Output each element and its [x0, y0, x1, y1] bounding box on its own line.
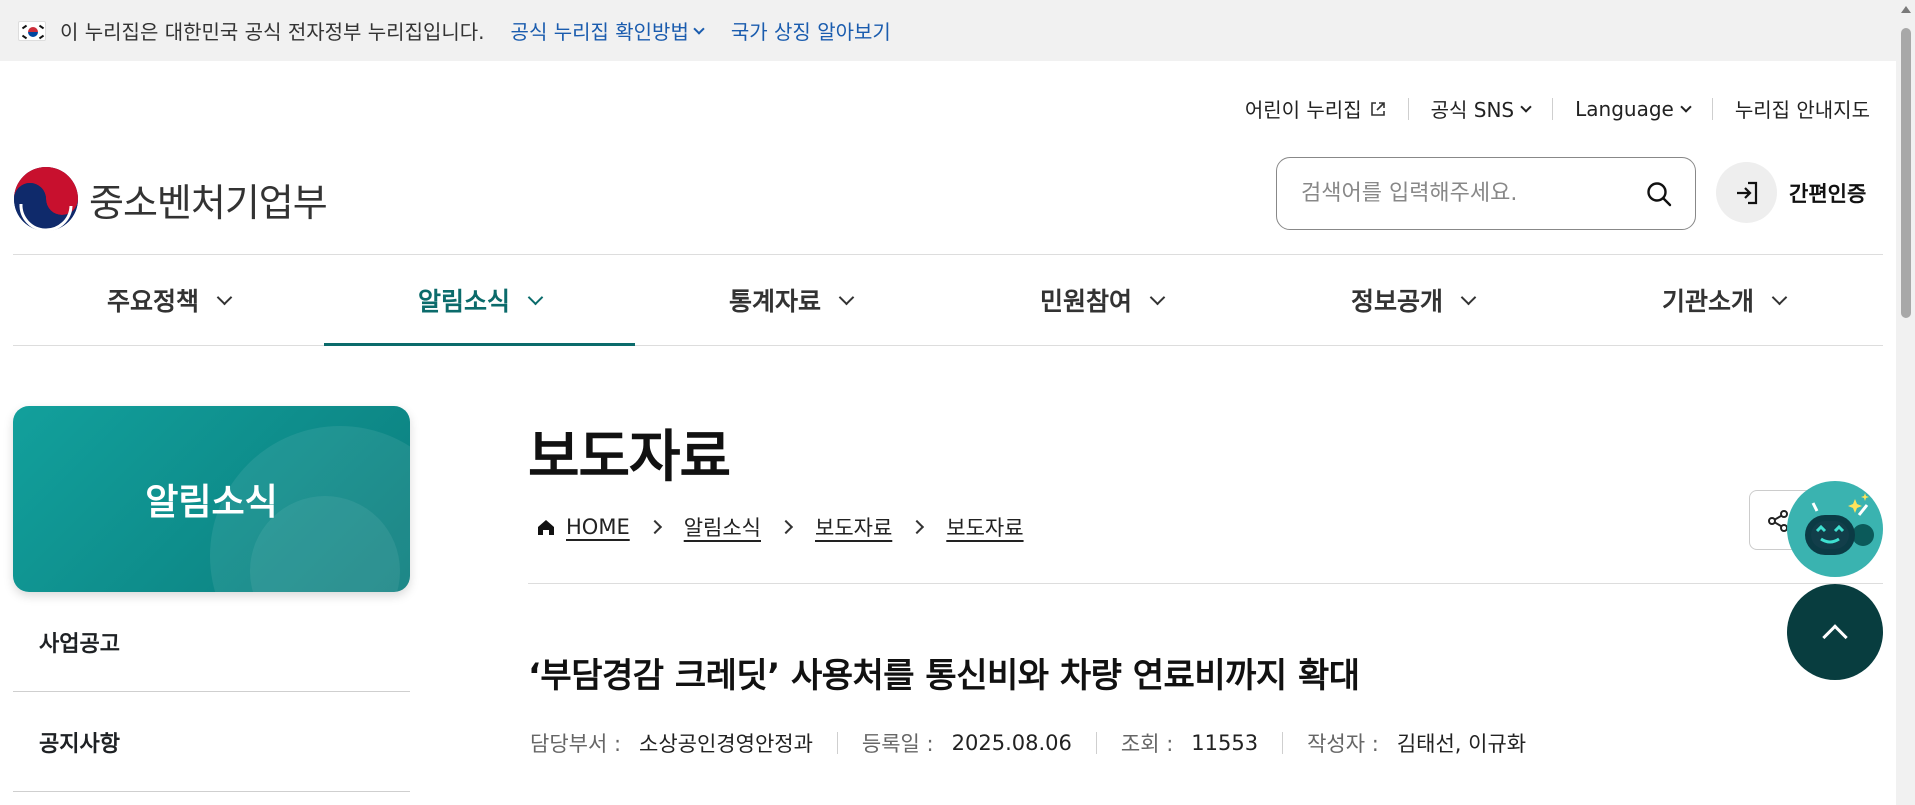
meta-date-value: 2025.08.06: [951, 731, 1072, 755]
meta-separator: [836, 732, 838, 754]
national-symbol-link[interactable]: 국가 상징 알아보기: [731, 16, 891, 45]
tab-label: 통계자료: [728, 287, 821, 316]
home-icon: [538, 520, 554, 535]
tab-label: 주요정책: [106, 287, 199, 316]
title-divider: [528, 583, 1883, 584]
sidebar-item-business-notice[interactable]: 사업공고: [13, 592, 410, 692]
chevron-down-icon: [1460, 289, 1477, 305]
chevron-down-icon: [216, 289, 233, 305]
tab-news[interactable]: 알림소식: [324, 255, 635, 346]
sidebar-hero: 알림소식: [13, 406, 410, 592]
korea-flag-icon: [18, 20, 46, 41]
tab-civil-participation[interactable]: 민원참여: [946, 255, 1257, 345]
official-sns-dropdown[interactable]: 공식 SNS: [1409, 94, 1553, 123]
meta-dept-key: 담당부서 :: [530, 732, 622, 756]
chevron-up-icon: [1822, 624, 1848, 650]
chevron-right-icon: [778, 519, 794, 535]
tab-policy[interactable]: 주요정책: [13, 255, 324, 345]
sns-label: 공식 SNS: [1430, 98, 1515, 122]
tab-information-disclosure[interactable]: 정보공개: [1257, 255, 1568, 345]
tab-about[interactable]: 기관소개: [1568, 255, 1879, 345]
meta-author-value: 김태선, 이규화: [1396, 732, 1527, 756]
language-label: Language: [1575, 96, 1674, 121]
chevron-down-icon: [527, 289, 544, 305]
chevron-down-icon: [1771, 289, 1788, 305]
page-title: 보도자료: [528, 425, 731, 490]
article-meta: 담당부서 : 소상공인경영안정과 등록일 : 2025.08.06 조회 : 1…: [530, 728, 1526, 758]
utility-nav: 어린이 누리집 공식 SNS Language 누리집 안내지도: [1223, 94, 1870, 123]
sidebar-title: 알림소식: [145, 482, 278, 523]
language-dropdown[interactable]: Language: [1553, 97, 1712, 121]
meta-separator: [1282, 732, 1284, 754]
login-label: 간편인증: [1789, 181, 1867, 206]
chevron-down-icon: [1520, 100, 1532, 113]
meta-views-key: 조회 :: [1120, 732, 1174, 756]
logo-text: 중소벤처기업부: [89, 180, 328, 225]
kids-site-link[interactable]: 어린이 누리집: [1223, 94, 1408, 123]
tab-label: 알림소식: [417, 287, 510, 316]
chevron-right-icon: [647, 519, 662, 535]
tab-statistics[interactable]: 통계자료: [635, 255, 946, 345]
site-logo[interactable]: 중소벤처기업부: [13, 166, 328, 232]
gov-banner-text: 이 누리집은 대한민국 공식 전자정부 누리집입니다.: [60, 20, 485, 44]
meta-separator: [1095, 732, 1097, 754]
search-input[interactable]: [1301, 181, 1645, 206]
tab-label: 정보공개: [1350, 287, 1443, 316]
sidebar-item-announcements[interactable]: 공지사항: [13, 692, 410, 792]
gov-banner: 이 누리집은 대한민국 공식 전자정부 누리집입니다. 공식 누리집 확인방법 …: [0, 0, 1896, 61]
gov-emblem-icon: [14, 167, 78, 232]
breadcrumb: HOME 알림소식 보도자료 보도자료: [536, 512, 1024, 542]
chatbot-button[interactable]: [1787, 481, 1883, 577]
chevron-down-icon: [1149, 289, 1166, 305]
verify-link-label: 공식 누리집 확인방법: [510, 20, 689, 44]
scrollbar-thumb[interactable]: [1901, 28, 1911, 318]
meta-views-value: 11553: [1191, 731, 1259, 755]
sitemap-link[interactable]: 누리집 안내지도: [1713, 94, 1870, 123]
search-icon[interactable]: [1645, 180, 1673, 208]
page-scrollbar[interactable]: [1896, 0, 1915, 805]
meta-date-key: 등록일 :: [861, 732, 934, 756]
search-box: [1276, 157, 1696, 230]
external-link-icon: [1370, 101, 1385, 116]
sidebar-menu: 사업공고 공지사항: [13, 592, 410, 792]
chevron-down-icon: [693, 22, 705, 35]
tab-label: 기관소개: [1661, 287, 1754, 316]
kids-site-label: 어린이 누리집: [1244, 98, 1362, 122]
breadcrumb-press-releases-current[interactable]: 보도자료: [946, 512, 1023, 542]
chatbot-robot-icon: [1805, 493, 1874, 555]
chevron-down-icon: [838, 289, 855, 305]
tab-label: 민원참여: [1039, 287, 1132, 316]
main-nav: 주요정책 알림소식 통계자료 민원참여 정보공개 기관소개: [13, 254, 1883, 346]
verify-official-site-link[interactable]: 공식 누리집 확인방법: [510, 16, 705, 45]
scroll-to-top-button[interactable]: [1787, 584, 1883, 680]
chevron-right-icon: [910, 519, 925, 535]
breadcrumb-press-releases[interactable]: 보도자료: [815, 512, 892, 542]
scroll-up-arrow-icon[interactable]: [1901, 6, 1911, 13]
login-arrow-icon: [1736, 181, 1757, 204]
article-title: ‘부담경감 크레딧’ 사용처를 통신비와 차량 연료비까지 확대: [528, 656, 1360, 696]
chevron-down-icon: [1680, 100, 1692, 113]
meta-author-key: 작성자 :: [1307, 732, 1379, 756]
login-icon-wrap: [1716, 162, 1777, 223]
simple-auth-button[interactable]: 간편인증: [1716, 162, 1866, 223]
breadcrumb-news[interactable]: 알림소식: [684, 512, 761, 542]
breadcrumb-home[interactable]: HOME: [566, 515, 630, 539]
meta-dept-value: 소상공인경영안정과: [639, 732, 813, 756]
